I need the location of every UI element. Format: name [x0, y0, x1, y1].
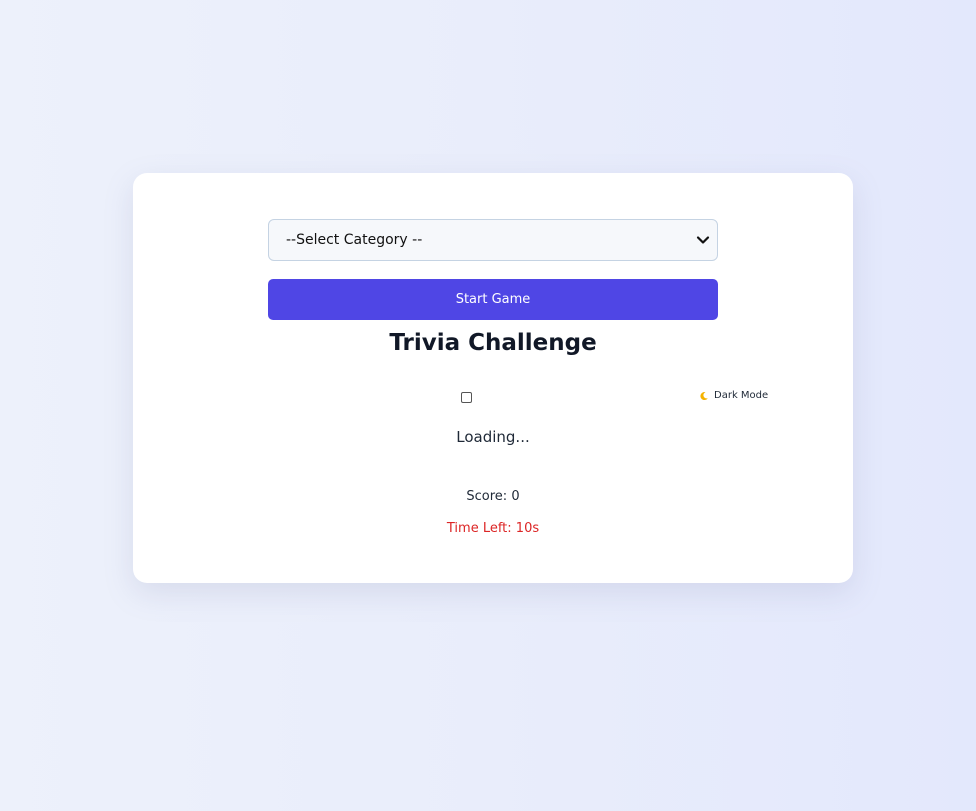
score-display: Score: 0 — [466, 489, 520, 504]
page-title: Trivia Challenge — [389, 330, 597, 356]
loading-status: Loading... — [456, 428, 530, 446]
start-game-button[interactable]: Start Game — [268, 279, 718, 320]
category-select-value: --Select Category -- — [286, 232, 423, 248]
dark-mode-label: Dark Mode — [714, 390, 769, 401]
dark-mode-toggle[interactable]: Dark Mode — [699, 390, 768, 401]
time-left-display: Time Left: 10s — [446, 521, 540, 536]
dark-mode-checkbox[interactable] — [461, 392, 472, 403]
moon-icon — [700, 391, 708, 400]
game-card: --Select Category -- Start Game Trivia C… — [133, 173, 853, 583]
category-select[interactable]: --Select Category -- — [268, 219, 718, 261]
chevron-down-icon — [696, 236, 710, 244]
